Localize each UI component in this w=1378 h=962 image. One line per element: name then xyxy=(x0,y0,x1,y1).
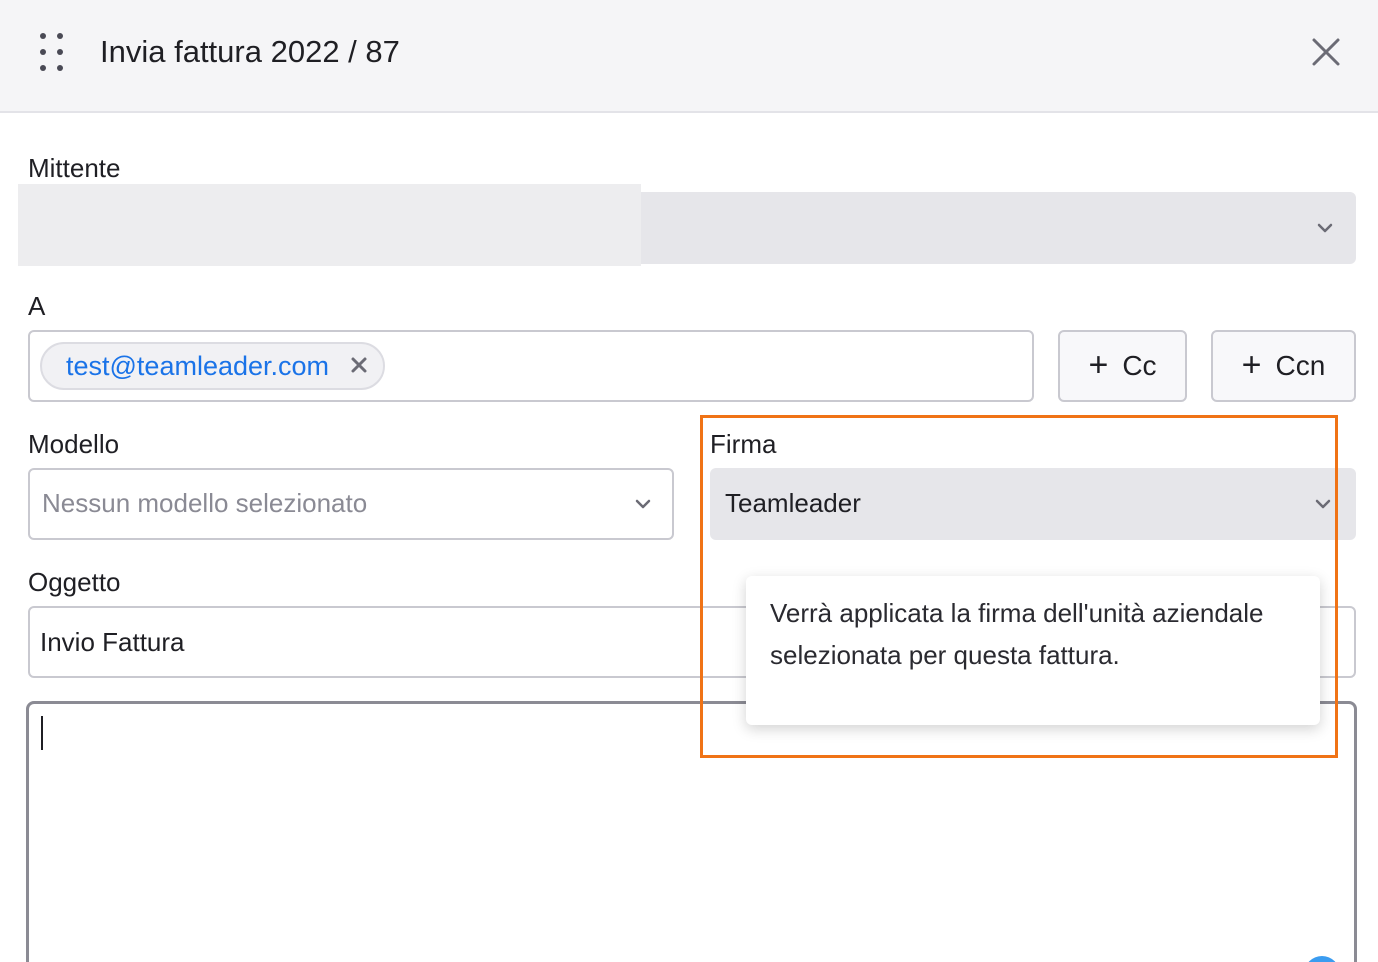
plus-icon: + xyxy=(1241,345,1262,384)
text-caret xyxy=(41,716,43,750)
to-input[interactable]: test@teamleader.com xyxy=(28,330,1034,402)
dialog-header: Invia fattura 2022 / 87 xyxy=(0,0,1378,113)
signature-tooltip-text: Verrà applicata la firma dell'unità azie… xyxy=(770,598,1264,670)
chevron-down-icon xyxy=(1317,223,1333,233)
chevron-down-icon xyxy=(1315,499,1331,509)
add-bcc-label: Ccn xyxy=(1275,350,1326,381)
redacted-area xyxy=(18,184,641,266)
signature-value: Teamleader xyxy=(725,488,861,518)
add-cc-button[interactable]: + Cc xyxy=(1058,330,1187,402)
to-label: A xyxy=(28,291,46,321)
message-editor[interactable] xyxy=(26,701,1357,962)
subject-label: Oggetto xyxy=(28,567,121,597)
signature-tooltip: Verrà applicata la firma dell'unità azie… xyxy=(746,576,1320,725)
template-placeholder: Nessun modello selezionato xyxy=(42,488,368,518)
drag-handle-icon[interactable] xyxy=(40,33,66,73)
remove-recipient-icon[interactable] xyxy=(349,355,369,375)
template-select[interactable]: Nessun modello selezionato xyxy=(28,468,674,540)
signature-label: Firma xyxy=(710,429,777,459)
dialog-title: Invia fattura 2022 / 87 xyxy=(100,34,400,69)
add-bcc-button[interactable]: + Ccn xyxy=(1211,330,1356,402)
close-icon[interactable] xyxy=(1306,32,1346,72)
plus-icon: + xyxy=(1088,345,1109,384)
sender-label: Mittente xyxy=(28,153,121,183)
add-cc-label: Cc xyxy=(1122,350,1157,381)
signature-select[interactable]: Teamleader xyxy=(710,468,1356,540)
recipient-email: test@teamleader.com xyxy=(66,351,330,381)
template-label: Modello xyxy=(28,429,120,459)
subject-value: Invio Fattura xyxy=(40,627,185,657)
chevron-down-icon xyxy=(635,499,651,509)
recipient-chip[interactable]: test@teamleader.com xyxy=(40,342,386,390)
